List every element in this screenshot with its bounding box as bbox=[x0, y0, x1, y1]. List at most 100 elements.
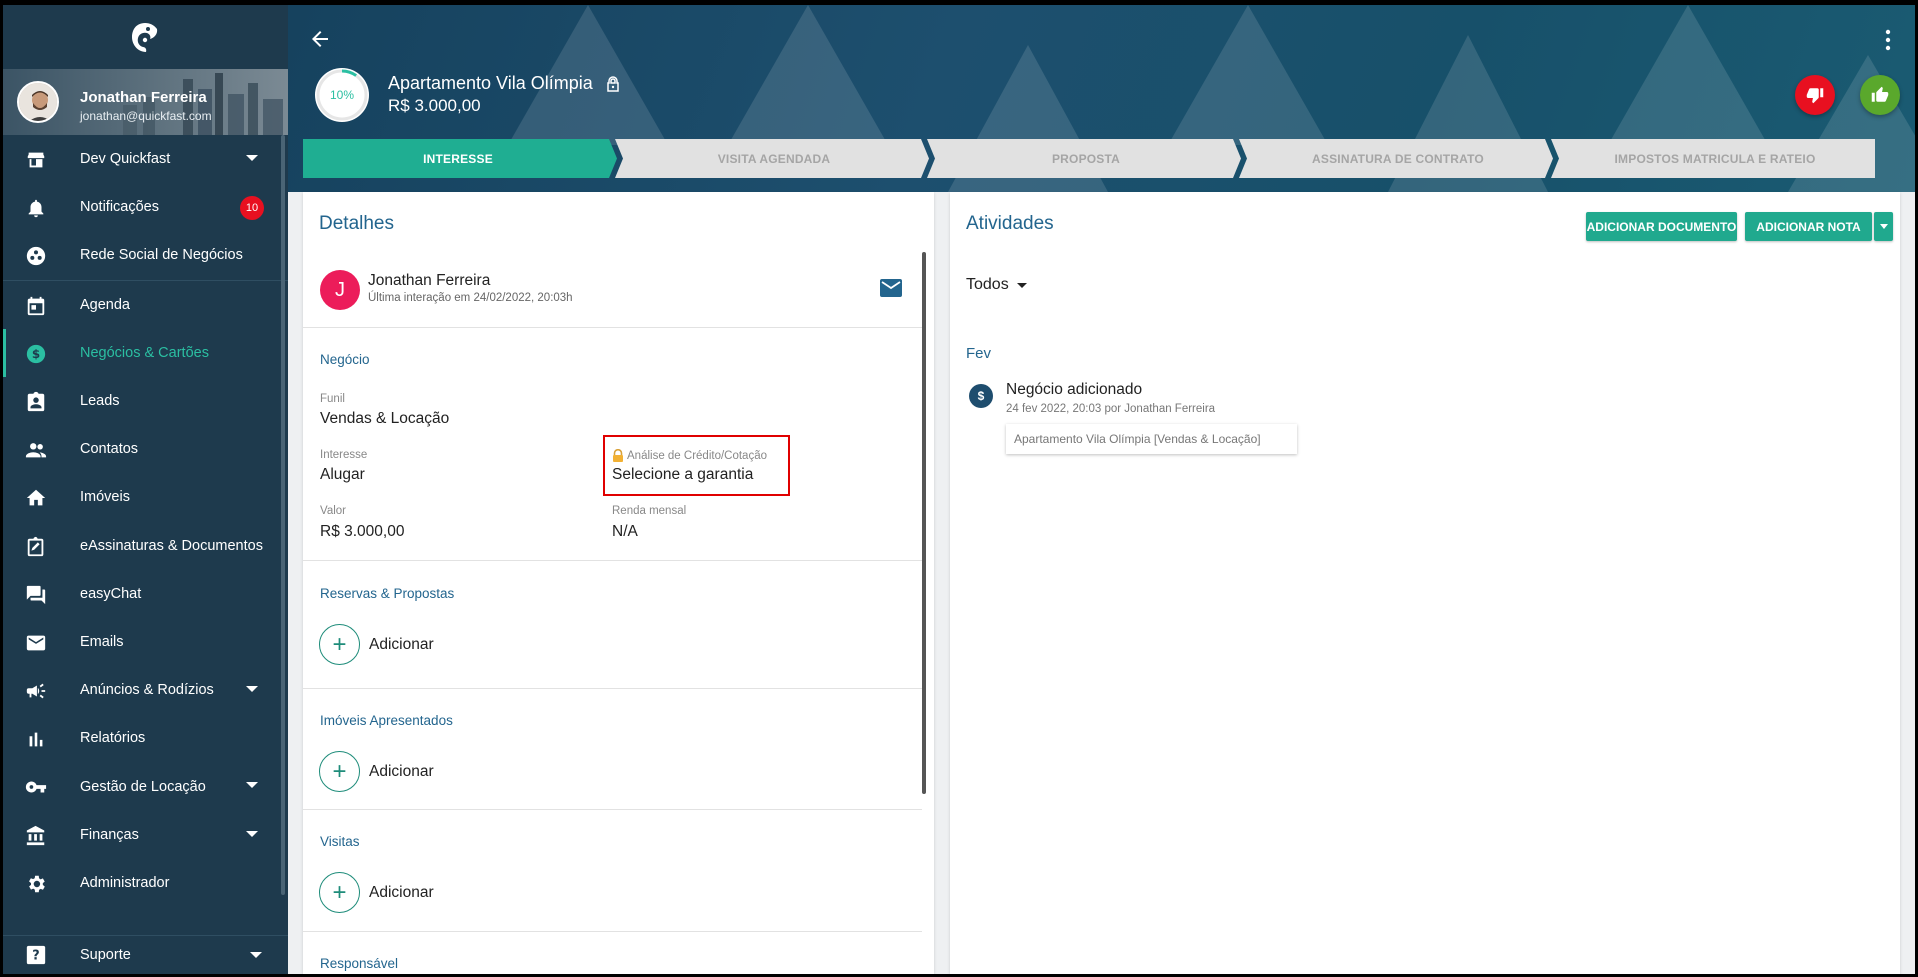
sidebar-item-rede-social[interactable]: Rede Social de Negócios bbox=[3, 231, 288, 279]
store-icon bbox=[27, 152, 45, 168]
sidebar-item-label: Relatórios bbox=[80, 730, 146, 747]
pipeline-stages: INTERESSE VISITA AGENDADA PROPOSTA ASSIN… bbox=[303, 139, 1875, 178]
responsavel-section-title: Responsável bbox=[320, 956, 399, 971]
activity-deal-card[interactable]: Apartamento Vila Olímpia [Vendas & Locaç… bbox=[1006, 424, 1297, 454]
renda-mensal-value[interactable]: N/A bbox=[612, 523, 638, 541]
sidebar-item-financas[interactable]: Finanças bbox=[3, 811, 288, 859]
contact-name[interactable]: Jonathan Ferreira bbox=[368, 272, 490, 290]
add-note-button[interactable]: ADICIONAR NOTA bbox=[1745, 212, 1872, 241]
svg-text:?: ? bbox=[32, 949, 39, 964]
divider bbox=[303, 327, 922, 328]
analise-credito-value[interactable]: Selecione a garantia bbox=[612, 466, 753, 484]
mail-icon[interactable] bbox=[880, 279, 902, 297]
sidebar-item-label: Anúncios & Rodízios bbox=[80, 682, 214, 699]
sidebar-item-gestao-locacao[interactable]: Gestão de Locação bbox=[3, 762, 288, 810]
help-icon: ? bbox=[26, 945, 46, 965]
megaphone-icon bbox=[26, 683, 46, 699]
stage-impostos-matricula[interactable]: IMPOSTOS MATRICULA E RATEIO bbox=[1555, 139, 1875, 178]
sidebar-item-label: Gestão de Locação bbox=[80, 778, 206, 795]
activity-month-header: Fev bbox=[966, 345, 992, 362]
sidebar-item-label: Dev Quickfast bbox=[80, 151, 171, 168]
chevron-down-icon bbox=[246, 782, 258, 789]
sidebar-item-eassinaturas[interactable]: eAssinaturas & Documentos bbox=[3, 522, 288, 570]
analise-credito-label-text: Análise de Crédito/Cotação bbox=[627, 449, 767, 462]
valor-value[interactable]: R$ 3.000,00 bbox=[320, 523, 404, 541]
funil-value[interactable]: Vendas & Locação bbox=[320, 410, 449, 428]
activity-meta: 24 fev 2022, 20:03 por Jonathan Ferreira bbox=[1006, 403, 1216, 415]
sidebar-item-anuncios[interactable]: Anúncios & Rodízios bbox=[3, 666, 288, 714]
sidebar-item-relatorios[interactable]: Relatórios bbox=[3, 714, 288, 762]
divider bbox=[303, 560, 922, 561]
chevron-down-icon bbox=[1879, 224, 1888, 229]
divider bbox=[303, 688, 922, 689]
mark-won-button[interactable] bbox=[1860, 75, 1900, 115]
details-scrollbar[interactable] bbox=[922, 252, 926, 794]
more-vert-icon[interactable] bbox=[1885, 29, 1891, 51]
add-imovel-button[interactable]: + Adicionar bbox=[319, 751, 434, 792]
sidebar-item-emails[interactable]: Emails bbox=[3, 618, 288, 666]
user-profile[interactable]: Jonathan Ferreira jonathan@quickfast.com bbox=[3, 69, 288, 135]
bell-icon bbox=[28, 199, 44, 218]
add-reserva-label: Adicionar bbox=[369, 635, 434, 653]
deal-title: Apartamento Vila Olímpia bbox=[388, 73, 593, 93]
valor-label: Valor bbox=[320, 505, 346, 517]
interesse-label: Interesse bbox=[320, 449, 368, 461]
sidebar-item-administrador[interactable]: Administrador bbox=[3, 859, 288, 907]
sidebar-item-leads[interactable]: Leads bbox=[3, 377, 288, 425]
calendar-icon bbox=[27, 296, 45, 315]
people-icon bbox=[25, 443, 47, 458]
sidebar-item-label: Negócios & Cartões bbox=[80, 344, 209, 361]
sidebar-item-dev-quickfast[interactable]: Dev Quickfast bbox=[3, 135, 288, 183]
mark-lost-button[interactable] bbox=[1795, 75, 1835, 115]
profile-name: Jonathan Ferreira bbox=[80, 89, 207, 106]
sidebar-menu: Dev Quickfast Notificações 10 Rede Socia… bbox=[3, 135, 288, 907]
dollar-icon: $ bbox=[969, 384, 993, 408]
chevron-down-icon bbox=[1016, 282, 1027, 288]
add-visita-button[interactable]: + Adicionar bbox=[319, 872, 434, 913]
sidebar-item-suporte[interactable]: ? Suporte bbox=[3, 935, 288, 974]
sidebar-item-imoveis[interactable]: Imóveis bbox=[3, 473, 288, 521]
sidebar-item-label: easyChat bbox=[80, 585, 142, 602]
chevron-down-icon bbox=[250, 952, 262, 958]
dollar-icon: $ bbox=[26, 344, 46, 363]
imoveis-section-title: Imóveis Apresentados bbox=[320, 713, 453, 728]
home-icon bbox=[26, 490, 46, 506]
sidebar-item-label: Emails bbox=[80, 633, 124, 650]
sidebar-scrollbar[interactable] bbox=[281, 135, 285, 895]
sidebar-item-label: Finanças bbox=[80, 826, 139, 843]
sidebar-item-label: Contatos bbox=[80, 441, 139, 458]
contact-last-interaction: Última interação em 24/02/2022, 20:03h bbox=[368, 292, 573, 304]
avatar[interactable] bbox=[17, 81, 59, 123]
interesse-value[interactable]: Alugar bbox=[320, 466, 365, 484]
mail-icon bbox=[26, 635, 46, 651]
add-note-dropdown-button[interactable] bbox=[1874, 212, 1893, 241]
contact-avatar[interactable]: J bbox=[320, 270, 360, 310]
sidebar-item-easychat[interactable]: easyChat bbox=[3, 570, 288, 618]
thumbs-up-icon bbox=[1871, 86, 1889, 102]
chat-icon bbox=[26, 585, 46, 604]
activities-panel: Atividades ADICIONAR DOCUMENTO ADICIONAR… bbox=[950, 192, 1900, 974]
add-document-button[interactable]: ADICIONAR DOCUMENTO bbox=[1586, 212, 1737, 241]
activity-filter-dropdown[interactable]: Todos bbox=[966, 276, 1027, 294]
plus-icon: + bbox=[319, 751, 360, 792]
add-reserva-button[interactable]: + Adicionar bbox=[319, 624, 434, 665]
back-arrow-icon[interactable] bbox=[308, 27, 332, 51]
stage-proposta[interactable]: PROPOSTA bbox=[931, 139, 1241, 178]
sidebar-item-negocios[interactable]: $ Negócios & Cartões bbox=[3, 328, 288, 378]
sidebar-item-notificacoes[interactable]: Notificações 10 bbox=[3, 183, 288, 231]
sidebar-item-agenda[interactable]: Agenda bbox=[3, 281, 288, 329]
details-title: Detalhes bbox=[319, 213, 394, 234]
stage-visita-agendada[interactable]: VISITA AGENDADA bbox=[619, 139, 929, 178]
chevron-down-icon bbox=[246, 686, 258, 693]
sidebar-item-label: Notificações bbox=[80, 199, 159, 216]
gear-icon bbox=[29, 875, 45, 893]
details-panel: Detalhes J Jonathan Ferreira Última inte… bbox=[303, 192, 934, 974]
stage-interesse[interactable]: INTERESSE bbox=[303, 139, 613, 178]
renda-mensal-label: Renda mensal bbox=[612, 505, 687, 517]
lock-icon bbox=[613, 449, 623, 462]
stage-assinatura-contrato[interactable]: ASSINATURA DE CONTRATO bbox=[1243, 139, 1553, 178]
sidebar-item-contatos[interactable]: Contatos bbox=[3, 425, 288, 473]
quickfast-logo-icon[interactable] bbox=[128, 21, 162, 55]
key-icon bbox=[25, 781, 47, 793]
divider bbox=[303, 931, 922, 932]
